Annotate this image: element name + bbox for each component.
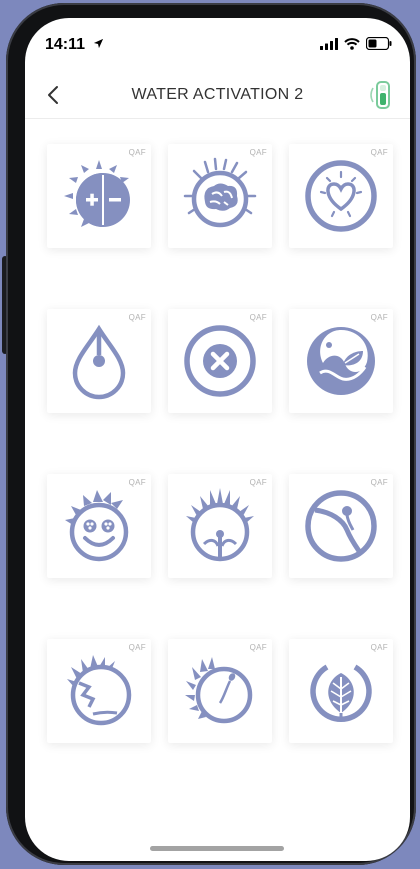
device-battery-icon[interactable]	[368, 80, 396, 110]
status-time: 14:11	[45, 36, 86, 53]
cellular-signal-icon	[320, 37, 338, 50]
home-indicator[interactable]	[150, 846, 284, 851]
sprouting-head-icon	[186, 488, 254, 562]
remedy-tile[interactable]: QAF	[289, 639, 393, 743]
remedy-tile[interactable]: QAF	[47, 474, 151, 578]
remedy-tile[interactable]: QAF	[47, 639, 151, 743]
sperm-circle-icon	[185, 657, 253, 724]
leaf-circle-icon	[310, 664, 372, 722]
phone-screen: 14:11 WATER ACTIVATION 2 QAF QAF QAF QAF…	[25, 18, 410, 861]
status-bar: 14:11	[25, 18, 410, 70]
remedy-tile[interactable]: QAF	[47, 144, 151, 248]
remedy-tile[interactable]: QAF	[47, 309, 151, 413]
sun-plus-minus-icon	[64, 160, 130, 227]
remedy-grid: QAF QAF QAF QAF QAF QAF QAF QAF QAF QAF …	[47, 144, 397, 743]
seed-circle-icon	[305, 490, 377, 562]
remedy-tile[interactable]: QAF	[168, 144, 272, 248]
location-arrow-icon	[93, 38, 104, 49]
wifi-icon	[344, 37, 360, 50]
x-circle-icon	[184, 325, 256, 397]
remedy-tile[interactable]: QAF	[289, 474, 393, 578]
top-nav-bar: WATER ACTIVATION 2	[25, 76, 410, 119]
remedy-tile[interactable]: QAF	[168, 474, 272, 578]
remedy-tile[interactable]: QAF	[168, 309, 272, 413]
smiling-face-icon	[65, 490, 129, 562]
brain-icon	[183, 157, 257, 228]
phone-frame: 14:11 WATER ACTIVATION 2 QAF QAF QAF QAF…	[6, 3, 416, 865]
heart-radiating-icon	[305, 160, 377, 232]
battery-icon	[366, 37, 392, 50]
water-drop-icon	[72, 324, 126, 400]
remedy-tile[interactable]: QAF	[289, 144, 393, 248]
remedy-tile[interactable]: QAF	[168, 639, 272, 743]
page-title: WATER ACTIVATION 2	[131, 86, 304, 103]
cracked-face-icon	[67, 655, 132, 726]
yin-yang-leaf-icon	[307, 327, 375, 395]
remedy-tile[interactable]: QAF	[289, 309, 393, 413]
